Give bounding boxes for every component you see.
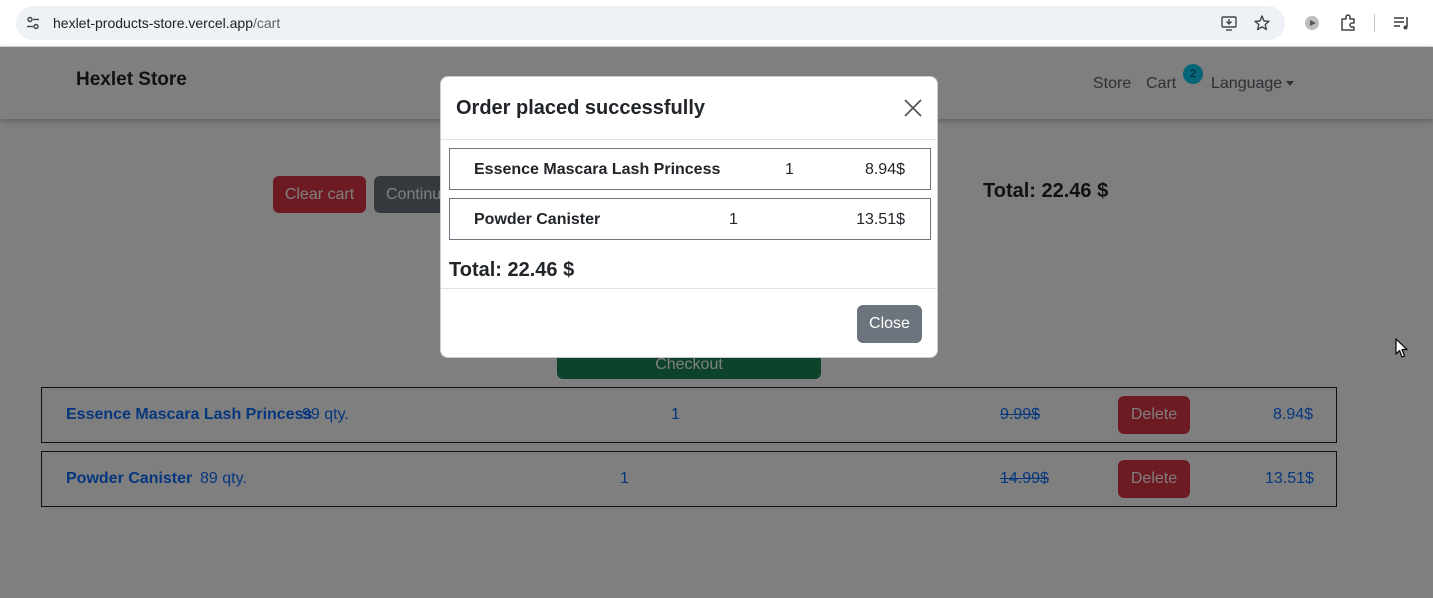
browser-toolbar: hexlet-products-store.vercel.app/cart bbox=[0, 0, 1433, 47]
install-app-icon[interactable] bbox=[1220, 14, 1238, 32]
mouse-cursor-icon bbox=[1395, 338, 1408, 358]
modal-order-item: Essence Mascara Lash Princess 1 8.94$ bbox=[449, 148, 931, 190]
order-item-price: 8.94$ bbox=[864, 161, 905, 178]
modal-order-item: Powder Canister 1 13.51$ bbox=[449, 198, 931, 240]
site-settings-icon[interactable] bbox=[25, 15, 41, 31]
extensions-puzzle-icon[interactable] bbox=[1338, 13, 1358, 33]
order-item-quantity: 1 bbox=[729, 211, 738, 228]
modal-footer: Close bbox=[441, 288, 937, 357]
close-button[interactable]: Close bbox=[857, 305, 922, 343]
order-item-name: Essence Mascara Lash Princess bbox=[474, 161, 721, 178]
order-success-modal: Order placed successfully Essence Mascar… bbox=[440, 76, 938, 358]
order-item-quantity: 1 bbox=[785, 161, 794, 178]
order-item-name: Powder Canister bbox=[474, 211, 601, 228]
toolbar-separator bbox=[1374, 14, 1375, 32]
url-text: hexlet-products-store.vercel.app/cart bbox=[53, 15, 280, 31]
modal-total: Total: 22.46 $ bbox=[449, 259, 575, 281]
media-controls-icon[interactable] bbox=[1391, 13, 1411, 33]
modal-title: Order placed successfully bbox=[456, 97, 706, 119]
modal-header: Order placed successfully bbox=[441, 77, 937, 140]
url-path: /cart bbox=[253, 15, 281, 31]
address-bar[interactable]: hexlet-products-store.vercel.app/cart bbox=[16, 6, 1285, 40]
page: Hexlet Store Store Cart 2 Language Clear… bbox=[0, 47, 1433, 598]
url-host: hexlet-products-store.vercel.app bbox=[53, 15, 253, 31]
order-item-price: 13.51$ bbox=[856, 211, 905, 228]
close-icon[interactable] bbox=[902, 97, 924, 119]
extension-icon[interactable] bbox=[1302, 13, 1322, 33]
bookmark-star-icon[interactable] bbox=[1253, 14, 1271, 32]
